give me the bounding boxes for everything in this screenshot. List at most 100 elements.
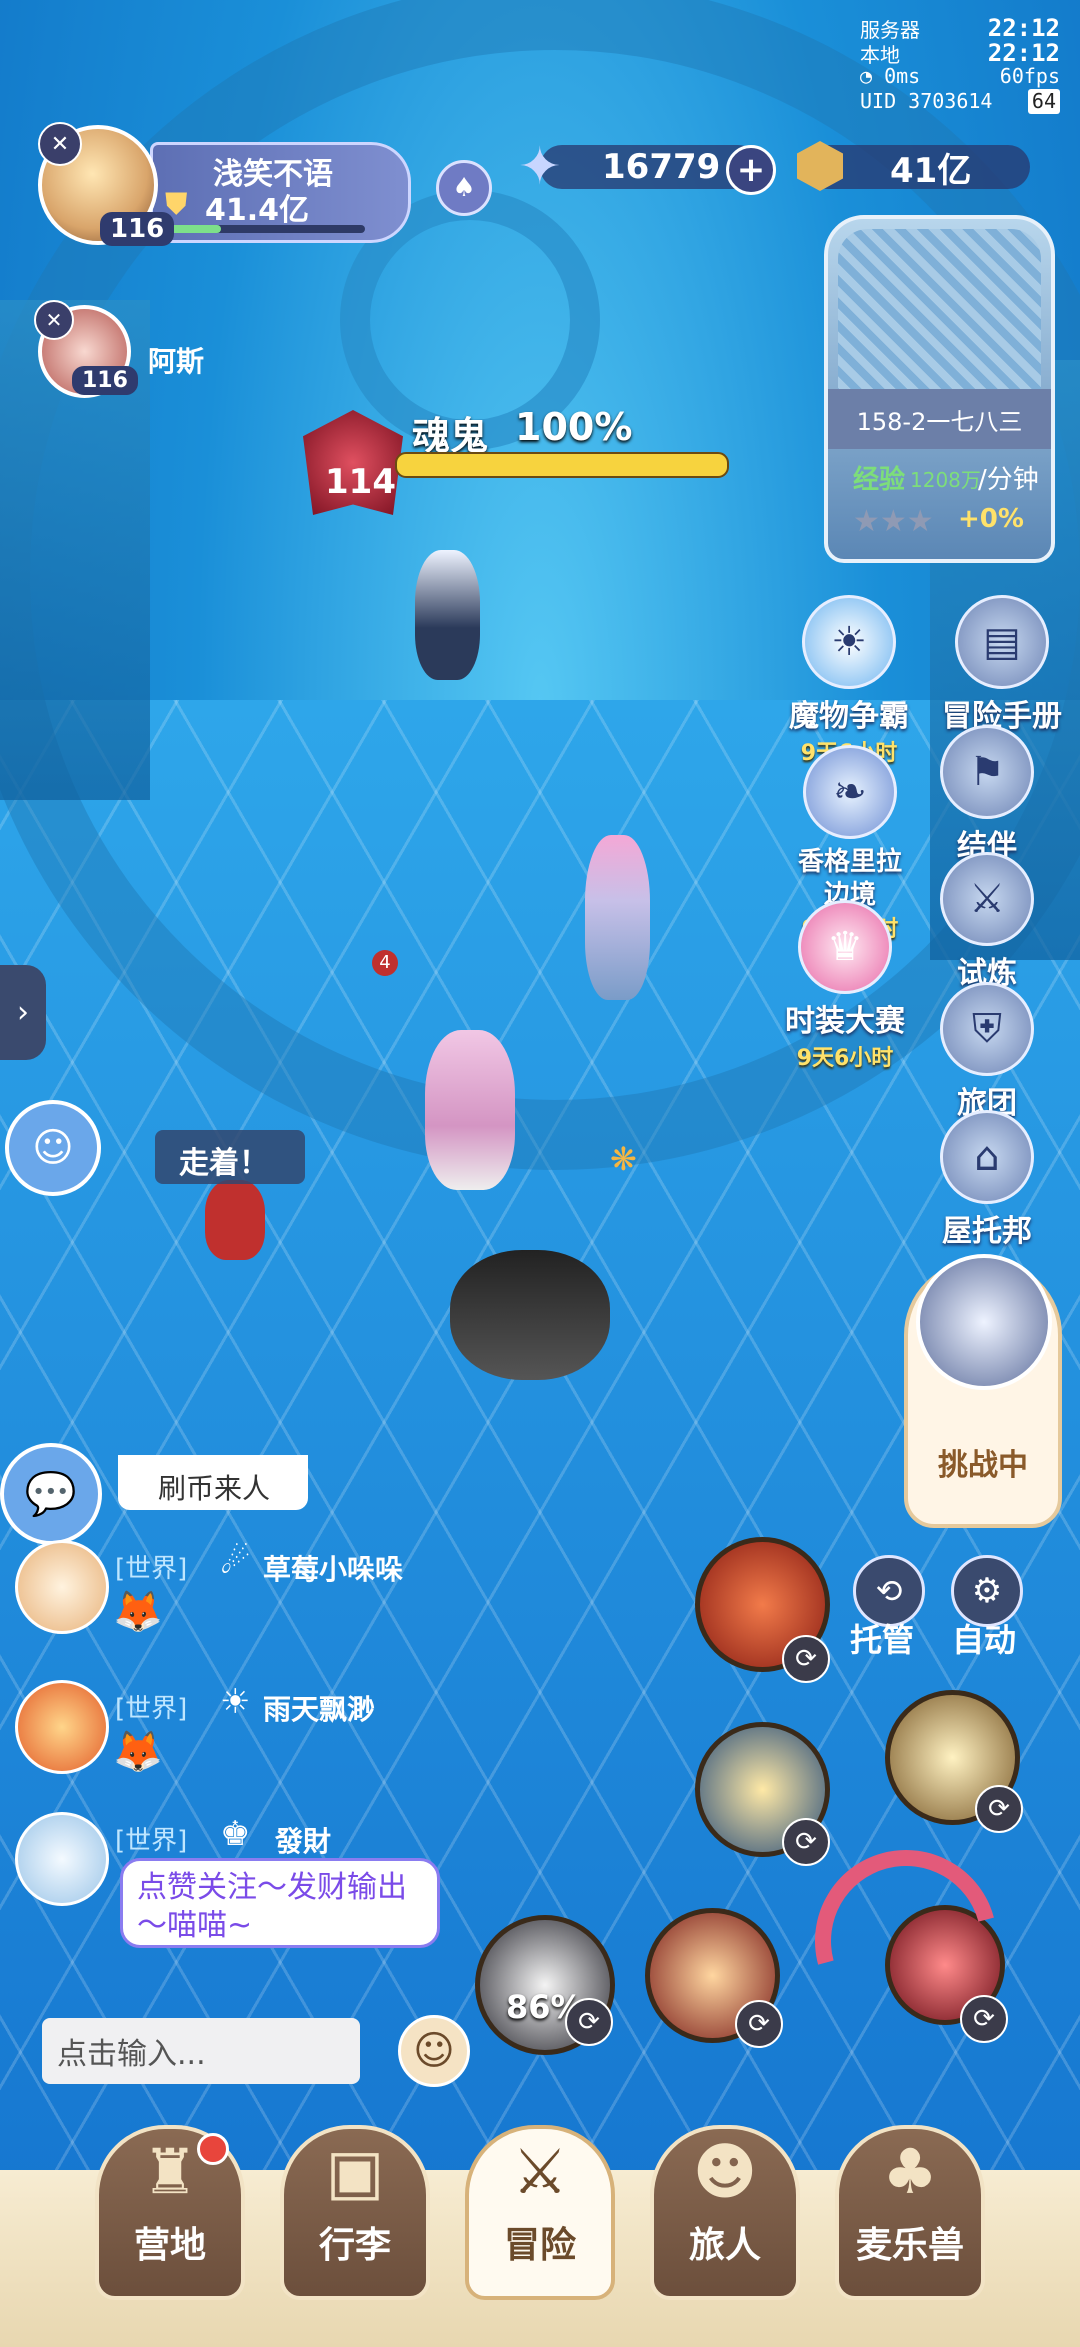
fox-emoji-icon: 🦊 <box>113 1589 163 1635</box>
cat-icon: ♣ <box>882 2135 938 2208</box>
emoji-button[interactable]: ☺ <box>398 2015 470 2087</box>
chat-partial-message: 刷币来人 <box>118 1455 308 1510</box>
exp-value: 1208万 <box>910 468 981 492</box>
gold-currency: 41亿 <box>797 141 1030 191</box>
server-time: 22:12 <box>987 14 1060 42</box>
chat-channel: [世界] <box>115 1694 188 1724</box>
nav-label: 营地 <box>133 2225 206 2266</box>
chat-bubble: 点赞关注～发财输出～喵喵~ <box>120 1858 440 1948</box>
exp-unit: /分钟 <box>978 465 1039 495</box>
sun-icon: ☀ <box>802 595 896 689</box>
chat-sender: 雨天飘渺 <box>263 1693 376 1726</box>
paw-marker: ❋ <box>610 1140 637 1178</box>
robot-icon[interactable]: ☺ <box>5 1100 101 1196</box>
person-icon: ☻ <box>692 2135 758 2208</box>
chat-message[interactable]: [世界] ☀ 雨天飘渺 🦊 <box>15 1680 515 1775</box>
cooldown-icon: ⟳ <box>565 1998 613 2046</box>
auto-manage-label[interactable]: 托管 <box>850 1615 914 1661</box>
chat-sender: 發財 <box>275 1825 332 1858</box>
player-icon: ☄ <box>220 1542 251 1582</box>
event-fashion-contest[interactable]: ♛ 时装大赛 9天6小时 <box>770 900 920 1072</box>
player-level: 116 <box>100 212 175 246</box>
damage-popup: 4 <box>372 950 398 976</box>
nav-camp[interactable]: ♜ 营地 <box>95 2125 245 2300</box>
rating-stars: ★★★ <box>853 504 934 539</box>
nav-label: 冒险 <box>503 2225 576 2266</box>
muscle-icon[interactable]: ♠ <box>436 160 492 216</box>
minimap[interactable]: 158-2一七八三 经验 1208万 /分钟 ★★★ +0% <box>824 215 1055 563</box>
crossed-swords-icon: ⚔ <box>512 2135 568 2208</box>
battery-level: 64 <box>1031 89 1056 113</box>
server-label: 服务器 <box>860 18 920 42</box>
companion-level: 116 <box>72 366 138 395</box>
class-icon: ✕ <box>34 300 74 340</box>
cooldown-icon: ⟳ <box>782 1818 830 1866</box>
player-icon: ☀ <box>220 1682 251 1722</box>
speech-text: 走着！ <box>179 1146 269 1181</box>
nav-label: 旅人 <box>688 2225 761 2266</box>
trial-button[interactable]: ⚔ 试炼 <box>932 852 1042 992</box>
nav-luggage[interactable]: ▣ 行李 <box>280 2125 430 2300</box>
shield-icon: ⛨ <box>940 982 1034 1076</box>
player-nameplate[interactable]: 浅笑不语 ⛊ 41.4亿 <box>150 142 411 243</box>
red-hood-ally[interactable] <box>205 1180 265 1260</box>
partial-text: 刷币来人 <box>158 1472 271 1505</box>
guild-button[interactable]: ⛨ 旅团 <box>932 982 1042 1122</box>
wifi-icon: ◔ 0ms <box>860 64 921 88</box>
notification-badge <box>197 2133 229 2165</box>
battery-icon: 64 <box>1027 89 1060 114</box>
chat-avatar <box>15 1540 109 1634</box>
pink-hair-ally[interactable] <box>585 835 650 1000</box>
boss-hp-fill <box>397 454 727 476</box>
auto-label[interactable]: 自动 <box>952 1615 1016 1661</box>
minimap-view[interactable] <box>838 229 1041 399</box>
chat-avatar <box>15 1680 109 1774</box>
gold-amount: 41亿 <box>890 150 972 191</box>
nav-traveler[interactable]: ☻ 旅人 <box>650 2125 800 2300</box>
ping: 0ms <box>884 64 921 88</box>
companion-button[interactable]: ⚑ 结伴 <box>932 725 1042 865</box>
boss-ghost[interactable] <box>415 550 480 680</box>
utopia-button[interactable]: ⌂ 屋托邦 <box>932 1110 1042 1250</box>
nav-pet[interactable]: ♣ 麦乐兽 <box>835 2125 985 2300</box>
boss-level: 114 <box>325 462 396 502</box>
companion-name: 阿斯 <box>148 345 205 378</box>
event-monster-battle[interactable]: ☀ 魔物争霸 9天6小时 <box>784 595 914 767</box>
challenge-status[interactable]: 挑战中 <box>904 1254 1062 1528</box>
player-power: 41.4亿 <box>205 193 310 228</box>
star-icon: ✦ <box>518 137 562 197</box>
event-label: 魔物争霸 <box>789 699 909 734</box>
add-currency-button[interactable]: + <box>726 145 776 195</box>
player-exp-bar <box>165 225 365 233</box>
local-label: 本地 <box>860 43 900 67</box>
cooldown-icon: ⟳ <box>735 2000 783 2048</box>
chat-icon[interactable]: 💬 <box>0 1443 102 1545</box>
flag-icon: ⚑ <box>940 725 1034 819</box>
house-icon: ⌂ <box>940 1110 1034 1204</box>
side-expand-button[interactable]: › <box>0 965 46 1060</box>
fox-emoji-icon: 🦊 <box>113 1729 163 1775</box>
boss-portrait <box>916 1254 1052 1390</box>
chat-input[interactable]: 点击输入... <box>42 2018 360 2084</box>
event-timer: 9天6小时 <box>796 1046 894 1071</box>
chat-message[interactable]: [世界] ☄ 草莓小哚哚 🦊 <box>15 1540 515 1635</box>
book-icon: ▤ <box>955 595 1049 689</box>
dark-cat-ally[interactable] <box>450 1250 610 1380</box>
chat-channel: [世界] <box>115 1826 188 1856</box>
nav-adventure[interactable]: ⚔ 冒险 <box>465 2125 615 2300</box>
bag-icon: ▣ <box>325 2135 385 2208</box>
class-icon: ✕ <box>38 122 82 166</box>
adventure-handbook-button[interactable]: ▤ 冒险手册 <box>932 595 1072 735</box>
player-on-mount[interactable] <box>425 1030 515 1190</box>
cooldown-icon: ⟳ <box>975 1785 1023 1833</box>
nav-label: 行李 <box>318 2225 391 2266</box>
star-amount: 16779 <box>602 147 721 187</box>
chat-avatar <box>15 1812 109 1906</box>
area-name: 158-2一七八三 <box>828 389 1051 449</box>
swords-icon: ⚔ <box>940 852 1034 946</box>
exp-label: 经验 <box>853 465 906 495</box>
dress-icon: ♛ <box>798 900 892 994</box>
fps: 60fps <box>999 64 1060 88</box>
boss-hp: 100% <box>515 405 633 449</box>
speech-bubble: 走着！ <box>155 1130 305 1184</box>
